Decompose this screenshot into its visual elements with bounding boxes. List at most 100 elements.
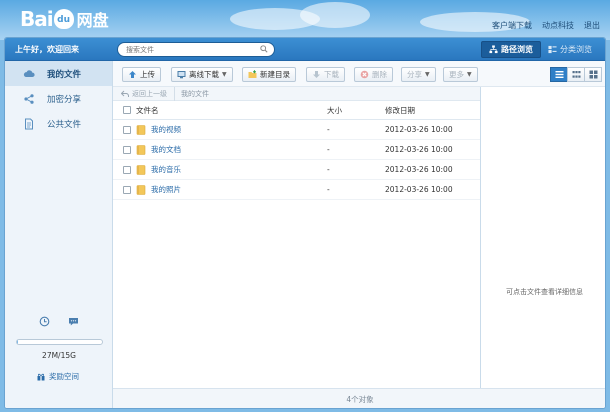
download-button[interactable]: 下载 [306, 67, 345, 82]
more-button[interactable]: 更多 ▼ [443, 67, 478, 82]
storage-quota-bar [16, 339, 103, 345]
object-count: 4个对象 [346, 395, 374, 404]
path-view-button[interactable]: 路径浏览 [481, 41, 541, 58]
client-download-link[interactable]: 客户端下载 [492, 20, 532, 31]
new-folder-icon [248, 70, 257, 78]
logout-link[interactable]: 退出 [584, 20, 600, 31]
logo-product-text: 网盘 [76, 11, 109, 30]
upload-label: 上传 [140, 70, 155, 79]
message-icon[interactable] [68, 316, 79, 327]
column-header-size[interactable]: 大小 [327, 105, 385, 116]
document-icon [25, 118, 33, 129]
back-to-parent-button[interactable]: 返回上一级 [113, 86, 175, 101]
share-label: 分享 [407, 70, 422, 79]
layout-switch [550, 67, 602, 82]
file-modified-date: 2012-03-26 10:00 [385, 145, 453, 154]
path-view-label: 路径浏览 [501, 45, 533, 54]
header-bar: 上午好，欢迎回来 路径浏览 [5, 38, 605, 61]
upload-button[interactable]: 上传 [122, 67, 161, 82]
file-list-header: 文件名 大小 修改日期 [113, 101, 480, 120]
file-row[interactable]: 我的文档 - 2012-03-26 10:00 [113, 140, 480, 160]
more-label: 更多 [449, 70, 464, 79]
share-icon [24, 93, 34, 104]
detail-hint: 可点击文件查看详细信息 [506, 288, 583, 296]
category-list-icon [548, 45, 557, 54]
dongdian-tech-link[interactable]: 动点科技 [542, 20, 574, 31]
category-view-label: 分类浏览 [560, 45, 592, 54]
top-links: 客户端下载 动点科技 退出 [492, 20, 600, 31]
sidebar: 我的文件 加密分享 公共文件 27M/15G 奖励空间 [5, 61, 113, 408]
search-icon[interactable] [260, 45, 268, 53]
file-modified-date: 2012-03-26 10:00 [385, 165, 453, 174]
large-icon-layout-button[interactable] [584, 67, 602, 82]
sidebar-tools [39, 316, 79, 327]
greeting-text: 上午好，欢迎回来 [15, 45, 79, 54]
reward-space-label: 奖励空间 [49, 372, 79, 381]
file-modified-date: 2012-03-26 10:00 [385, 125, 453, 134]
download-icon [313, 71, 320, 78]
logo-paw-icon: du [53, 9, 74, 29]
list-layout-button[interactable] [550, 67, 568, 82]
reward-space-link[interactable]: 奖励空间 [37, 371, 79, 382]
storage-quota-text: 27M/15G [42, 351, 76, 360]
download-label: 下载 [324, 70, 339, 79]
sidebar-item-label: 公共文件 [47, 119, 82, 130]
sidebar-item-public-files[interactable]: 公共文件 [5, 111, 112, 136]
file-row[interactable]: 我的照片 - 2012-03-26 10:00 [113, 180, 480, 200]
file-modified-date: 2012-03-26 10:00 [385, 185, 453, 194]
grid-icon [572, 71, 580, 78]
category-view-button[interactable]: 分类浏览 [541, 41, 599, 58]
breadcrumb-current[interactable]: 我的文件 [175, 89, 209, 99]
file-size: - [327, 185, 330, 194]
detail-panel: 可点击文件查看详细信息 [480, 87, 605, 388]
grid-layout-button[interactable] [567, 67, 585, 82]
file-name-link[interactable]: 我的文档 [151, 144, 181, 155]
gift-icon [37, 373, 45, 380]
file-row[interactable]: 我的音乐 - 2012-03-26 10:00 [113, 160, 480, 180]
file-name-link[interactable]: 我的音乐 [151, 164, 181, 175]
file-name-link[interactable]: 我的视频 [151, 124, 181, 135]
sidebar-item-label: 我的文件 [47, 69, 82, 80]
file-row[interactable]: 我的视频 - 2012-03-26 10:00 [113, 120, 480, 140]
folder-icon [136, 124, 146, 135]
cloud-icon [23, 69, 35, 77]
new-folder-button[interactable]: 新建目录 [242, 67, 296, 82]
offline-download-button[interactable]: 离线下载 ▼ [171, 67, 233, 82]
chevron-down-icon: ▼ [467, 71, 472, 78]
baidu-pan-logo[interactable]: Bai du 网盘 [20, 6, 109, 32]
chevron-down-icon: ▼ [222, 71, 227, 78]
offline-download-label: 离线下载 [189, 70, 219, 79]
row-checkbox[interactable] [123, 125, 131, 134]
row-checkbox[interactable] [123, 145, 131, 154]
back-to-parent-label: 返回上一级 [132, 89, 167, 98]
folder-icon [136, 144, 146, 155]
logo-brand-text: Bai [20, 7, 54, 31]
app-window: 上午好，欢迎回来 路径浏览 [4, 37, 606, 409]
delete-icon [360, 70, 369, 79]
share-button[interactable]: 分享 ▼ [401, 67, 436, 82]
clock-icon[interactable] [39, 316, 50, 327]
file-name-link[interactable]: 我的照片 [151, 184, 181, 195]
delete-button[interactable]: 删除 [354, 67, 393, 82]
storage-quota-fill [17, 340, 18, 344]
row-checkbox[interactable] [123, 165, 131, 174]
column-header-date[interactable]: 修改日期 [385, 105, 480, 116]
search-box [117, 42, 275, 57]
view-switch: 路径浏览 分类浏览 [481, 41, 599, 58]
search-input[interactable] [126, 44, 256, 55]
upload-icon [129, 71, 136, 78]
chevron-down-icon: ▼ [425, 71, 430, 78]
back-arrow-icon [121, 90, 129, 97]
sidebar-item-encrypted-share[interactable]: 加密分享 [5, 86, 112, 111]
column-header-name[interactable]: 文件名 [136, 105, 159, 116]
breadcrumb: 返回上一级 我的文件 [113, 86, 480, 101]
toolbar: 上传 离线下载 ▼ 新建目录 下载 删除 分享 ▼ 更多 ▼ [113, 61, 605, 87]
delete-label: 删除 [372, 70, 387, 79]
large-icons-icon [589, 70, 597, 79]
select-all-checkbox[interactable] [123, 106, 131, 114]
row-checkbox[interactable] [123, 185, 131, 194]
list-icon [555, 71, 563, 78]
new-folder-label: 新建目录 [260, 70, 290, 79]
tree-icon [489, 45, 498, 54]
sidebar-item-my-files[interactable]: 我的文件 [5, 61, 112, 86]
